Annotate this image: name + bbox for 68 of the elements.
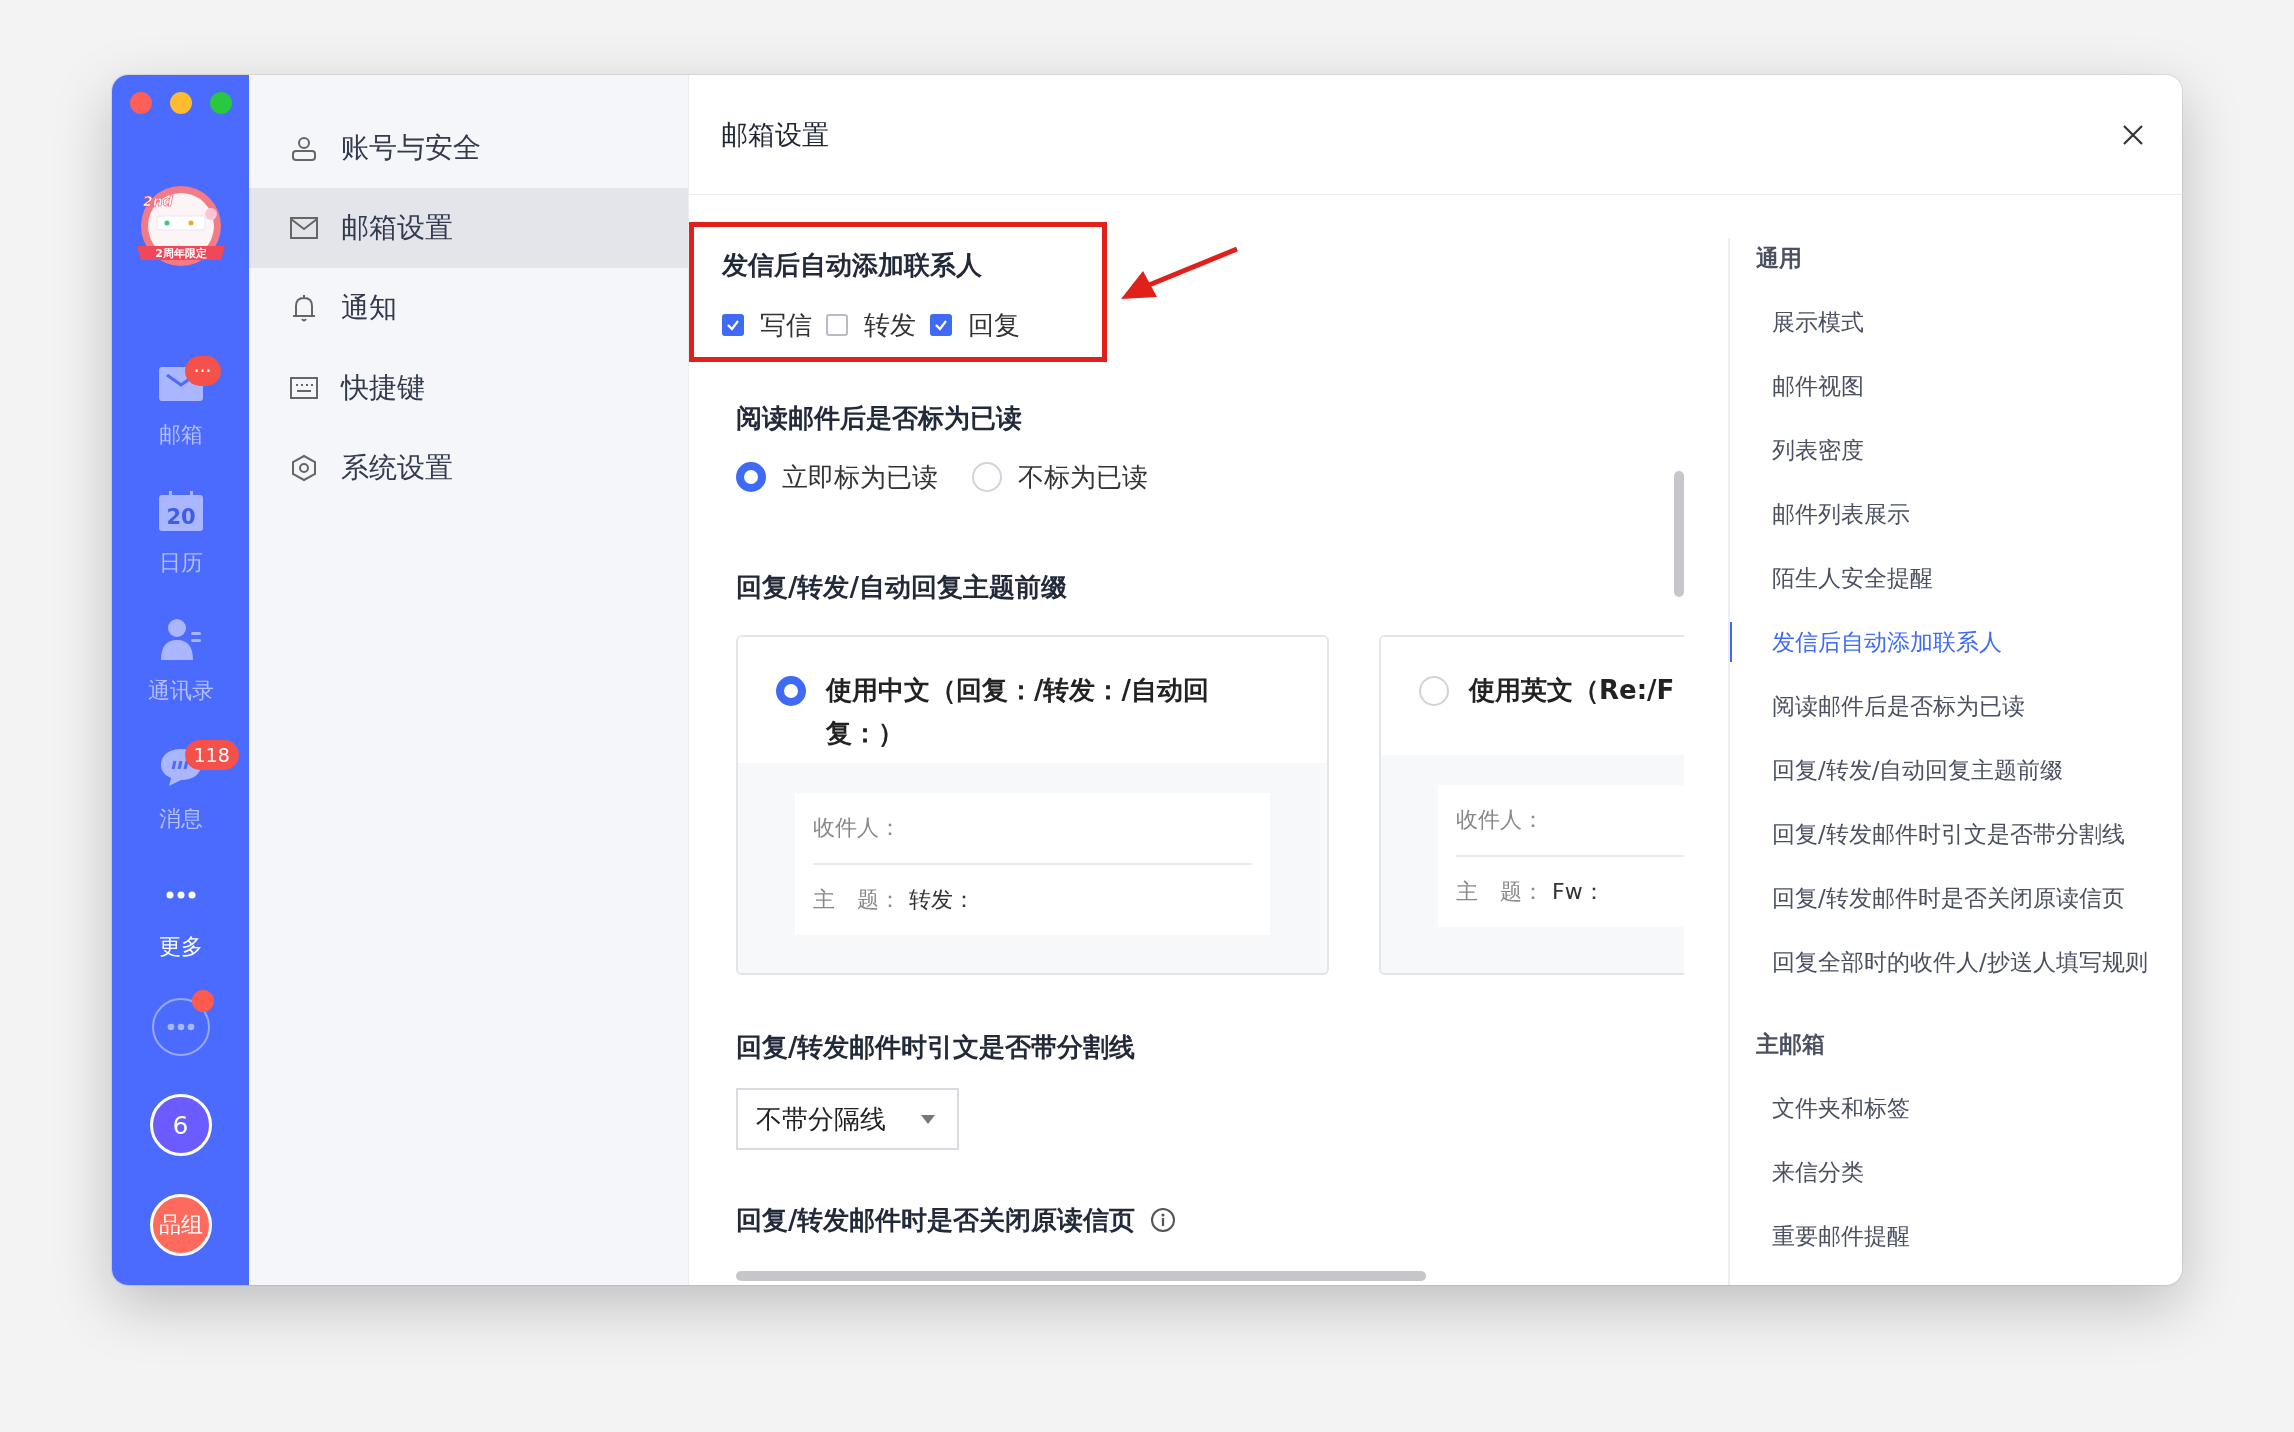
contacts-icon[interactable]	[158, 618, 203, 660]
close-icon[interactable]	[2122, 123, 2144, 146]
outline-link[interactable]: 文件夹和标签	[1730, 1088, 2182, 1128]
scrollbar[interactable]	[736, 1271, 1426, 1281]
info-icon[interactable]	[1149, 1207, 1176, 1233]
outline-group-title: 通用	[1755, 244, 1803, 273]
checkbox-label[interactable]: 转发	[864, 307, 916, 343]
checkbox-label[interactable]: 回复	[968, 307, 1020, 343]
more-icon[interactable]	[165, 891, 196, 899]
radio-button[interactable]	[736, 462, 766, 492]
settings-nav-item[interactable]: 通知	[249, 268, 688, 348]
settings-nav-item[interactable]: 账号与安全	[249, 108, 688, 188]
zoom-window-button[interactable]	[209, 92, 232, 114]
outline-link[interactable]: 回复/转发/自动回复主题前缀	[1730, 750, 2182, 790]
panel-title: 邮箱设置	[721, 117, 829, 152]
field-label: 主 题：	[813, 886, 901, 914]
checkbox[interactable]	[722, 314, 744, 336]
radio-label[interactable]: 使用中文（回复：/转发：/自动回复：）	[826, 669, 1266, 755]
outline-group-title: 主邮箱	[1755, 1030, 1826, 1059]
more-icon	[166, 1023, 195, 1031]
outline-link[interactable]: 回复/转发邮件时引文是否带分割线	[1730, 814, 2182, 854]
checkbox-label[interactable]: 写信	[760, 307, 812, 343]
checkbox[interactable]	[930, 314, 952, 336]
radio-label[interactable]: 使用英文（Re:/F	[1469, 669, 1684, 712]
mail-icon	[289, 216, 319, 240]
field-label: 收件人：	[813, 814, 901, 842]
field-label: 收件人：	[1456, 806, 1544, 834]
close-window-button[interactable]	[129, 92, 152, 114]
outline-link[interactable]: 发信后自动添加联系人	[1730, 622, 2182, 662]
caret-icon	[921, 1114, 935, 1124]
radio-label[interactable]: 不标为已读	[1018, 459, 1148, 495]
section-title: 回复/转发邮件时是否关闭原读信页	[736, 1203, 1136, 1237]
outline-link[interactable]: 来信分类	[1730, 1152, 2182, 1192]
section-title: 发信后自动添加联系人	[722, 248, 982, 282]
settings-nav-item[interactable]: 邮箱设置	[249, 188, 688, 268]
checkbox[interactable]	[826, 314, 848, 336]
outline-link[interactable]: 陌生人安全提醒	[1730, 558, 2182, 598]
outline-link[interactable]: 重要邮件提醒	[1730, 1216, 2182, 1256]
count-avatar[interactable]: 6	[149, 1094, 212, 1156]
field-value: 转发：	[909, 886, 975, 914]
prefix-option-card[interactable]: 使用英文（Re:/F 收件人： 主 题： Fw：	[1379, 635, 1684, 975]
minimize-window-button[interactable]	[169, 92, 192, 114]
section-title: 阅读邮件后是否标为已读	[736, 401, 1022, 435]
scrollbar[interactable]	[1674, 471, 1684, 597]
outline-link[interactable]: 回复/转发邮件时是否关闭原读信页	[1730, 878, 2182, 918]
field-value: Fw：	[1552, 878, 1605, 906]
outline-link[interactable]: 邮件列表展示	[1730, 494, 2182, 534]
section-title: 回复/转发邮件时引文是否带分割线	[736, 1030, 1136, 1064]
dropdown[interactable]: 不带分隔线	[736, 1088, 959, 1150]
prefix-option-card[interactable]: 使用中文（回复：/转发：/自动回复：） 收件人： 主 题： 转发：	[736, 635, 1329, 975]
section-title: 回复/转发/自动回复主题前缀	[736, 570, 1067, 604]
outline-link[interactable]: 回复全部时的收件人/抄送人填写规则	[1730, 942, 2182, 982]
outline-link[interactable]: 列表密度	[1730, 430, 2182, 470]
badge-ribbon-text: 2周年限定	[154, 247, 207, 260]
outline-link[interactable]: 展示模式	[1730, 302, 2182, 342]
user-icon	[289, 135, 319, 161]
outline-link[interactable]: 阅读邮件后是否标为已读	[1730, 686, 2182, 726]
field-label: 主 题：	[1456, 878, 1544, 906]
settings-icon	[289, 454, 319, 482]
unread-badge: 118	[184, 740, 239, 770]
radio-label[interactable]: 立即标为已读	[782, 459, 938, 495]
keyboard-icon	[289, 376, 319, 400]
settings-nav-item[interactable]: 系统设置	[249, 428, 688, 508]
rail-label[interactable]: 更多	[158, 932, 203, 962]
outline-link[interactable]: 邮件视图	[1730, 366, 2182, 406]
unread-badge: ···	[184, 356, 221, 386]
settings-nav-item[interactable]: 快捷键	[249, 348, 688, 428]
radio-button[interactable]	[776, 676, 806, 706]
